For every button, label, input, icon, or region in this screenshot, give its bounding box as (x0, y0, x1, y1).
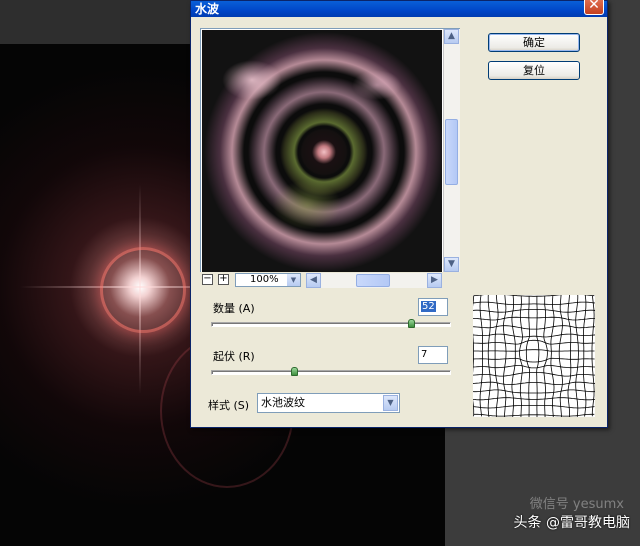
ridges-slider-thumb[interactable] (291, 367, 299, 376)
amount-slider-thumb[interactable] (407, 319, 415, 328)
wave-grid-line (503, 294, 507, 419)
lens-flare-ring (100, 247, 186, 333)
vertical-scroll-thumb[interactable] (445, 119, 458, 185)
wave-grid-line (471, 316, 597, 321)
amount-label: 数量 (A) (213, 302, 255, 315)
wave-grid-line (550, 295, 555, 418)
preview-zoom-bar: − + 100% ▼ ◀ ▶ (200, 272, 460, 289)
amount-value: 52 (421, 301, 436, 312)
zoom-in-button[interactable]: + (218, 274, 229, 285)
wave-grid-line (471, 389, 597, 394)
preview-horizontal-scrollbar[interactable]: ◀ ▶ (306, 273, 442, 288)
wave-grid-line (487, 294, 491, 418)
wave-grid-line (473, 365, 595, 369)
ridges-label: 起伏 (R) (213, 350, 255, 363)
amount-input[interactable]: 52 (418, 298, 448, 316)
wave-grid-line (536, 296, 540, 418)
filter-preview: ▲ ▼ (200, 28, 460, 288)
scroll-right-icon[interactable]: ▶ (427, 273, 442, 288)
wave-grid-line (473, 413, 595, 417)
wave-grid-line (473, 357, 595, 363)
style-value: 水池波纹 (261, 396, 305, 409)
preview-highlight (352, 70, 402, 100)
wave-grid-line (479, 294, 483, 417)
wave-grid-line (473, 349, 595, 352)
chevron-down-icon[interactable]: ▼ (383, 395, 398, 411)
ridges-slider-track[interactable] (211, 370, 451, 375)
scroll-up-icon[interactable]: ▲ (444, 29, 459, 44)
wave-grid-line (473, 293, 595, 297)
wave-grid-line (471, 381, 597, 385)
scroll-left-icon[interactable]: ◀ (306, 273, 321, 288)
preview-image[interactable] (202, 30, 442, 272)
chevron-down-icon[interactable]: ▼ (287, 274, 300, 286)
style-label: 样式 (S) (208, 399, 250, 412)
wave-grid-line (473, 405, 595, 409)
watermark-toutiao: 头条 @雷哥教电脑 (513, 515, 630, 531)
wave-grid-line (473, 339, 595, 345)
dialog-title: 水波 (195, 2, 220, 16)
preview-highlight (222, 60, 282, 100)
wave-grid-line (511, 295, 516, 419)
wave-grid-line (583, 294, 587, 417)
reset-button[interactable]: 复位 (488, 61, 580, 80)
amount-slider-track[interactable] (211, 322, 451, 327)
horizontal-scroll-thumb[interactable] (356, 274, 390, 287)
close-icon: ✕ (588, 0, 600, 13)
wave-grid-line (472, 333, 596, 338)
wave-distortion-preview (471, 293, 597, 419)
preview-highlight (272, 180, 342, 230)
wave-grid-line (558, 294, 563, 419)
close-button[interactable]: ✕ (584, 0, 604, 15)
zoom-out-button[interactable]: − (202, 274, 213, 285)
wave-grid-icon (471, 293, 597, 419)
scroll-down-icon[interactable]: ▼ (444, 257, 459, 272)
wave-grid-line (472, 325, 596, 330)
wave-grid-line (471, 295, 475, 417)
ok-button[interactable]: 确定 (488, 33, 580, 52)
watermark-wechat: 微信号 yesumx (529, 497, 624, 512)
zoom-level-value: 100% (250, 274, 279, 285)
wave-grid-line (591, 295, 595, 417)
preview-vertical-scrollbar[interactable]: ▲ ▼ (443, 29, 460, 287)
zigzag-filter-dialog: 水波 ✕ ▲ ▼ − + 100% ▼ ◀ ▶ 确定 复位 数量 (A) 52 … (190, 0, 608, 428)
ridges-input[interactable]: 7 (418, 346, 448, 364)
wave-grid-line (567, 294, 572, 419)
dialog-titlebar[interactable]: 水波 ✕ (191, 0, 607, 17)
wave-grid-line (473, 301, 595, 305)
ridges-value: 7 (421, 349, 428, 360)
style-select[interactable]: 水池波纹 ▼ (257, 393, 400, 413)
zoom-level-select[interactable]: 100% ▼ (235, 273, 301, 287)
